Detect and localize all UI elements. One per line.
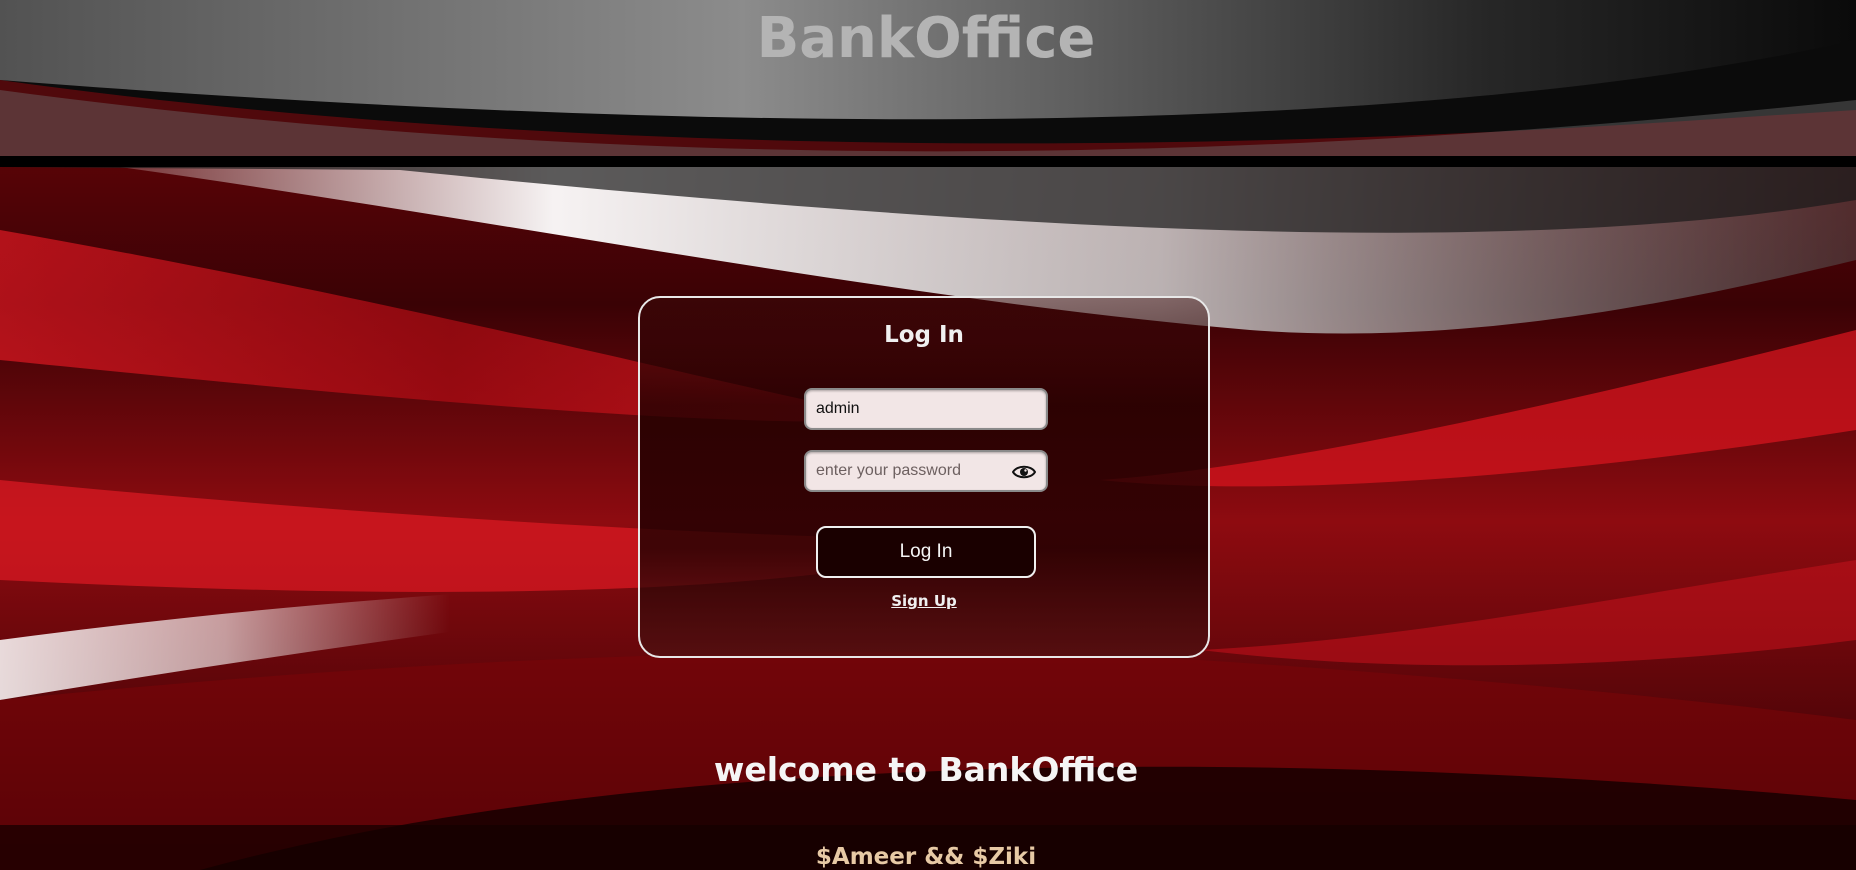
- login-title: Log In: [884, 322, 964, 348]
- footer-credits: $Ameer && $Ziki: [815, 844, 1037, 870]
- eye-icon[interactable]: [1012, 464, 1036, 480]
- username-field: [804, 388, 1048, 430]
- welcome-text: welcome to BankOffice: [713, 750, 1139, 789]
- password-input[interactable]: [806, 452, 1046, 490]
- header-banner: BankOffice: [0, 0, 1856, 156]
- login-page: BankOffice Log In Log In Sign Up welcome…: [0, 0, 1856, 870]
- footer: $Ameer && $Ziki: [0, 825, 1856, 870]
- password-field: [804, 450, 1048, 492]
- header-divider: [0, 156, 1856, 167]
- brand-title: BankOffice: [756, 6, 1096, 71]
- login-button[interactable]: Log In: [816, 526, 1036, 578]
- login-card: Log In Log In Sign Up: [638, 296, 1210, 658]
- username-input[interactable]: [806, 390, 1046, 428]
- signup-link[interactable]: Sign Up: [640, 592, 1208, 610]
